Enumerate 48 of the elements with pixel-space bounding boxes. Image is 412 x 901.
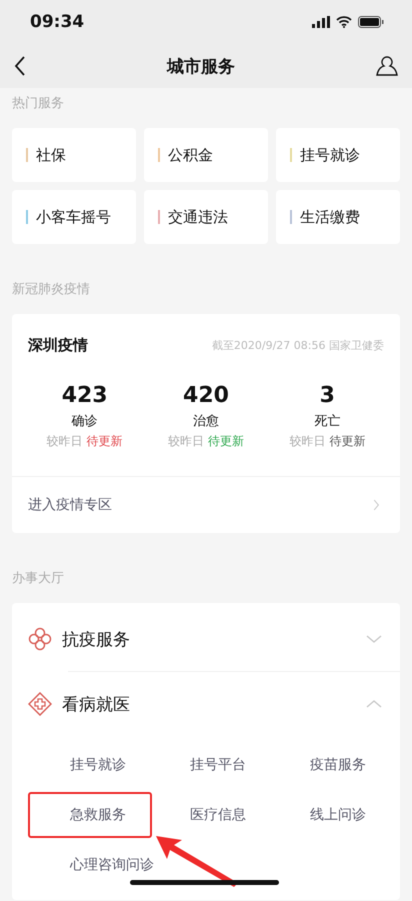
service-label: 生活缴费 xyxy=(300,208,360,226)
service-tile[interactable]: 公积金 xyxy=(144,128,268,182)
service-link[interactable]: 挂号平台 xyxy=(190,756,246,774)
compare-label: 较昨日 xyxy=(168,433,204,450)
stat-name: 死亡 xyxy=(314,413,340,431)
card-title: 深圳疫情 xyxy=(28,336,88,355)
service-link[interactable]: 急救服务 xyxy=(70,806,126,824)
medical-cross-icon xyxy=(28,692,52,716)
accordion-header[interactable]: 看病就医 xyxy=(12,672,400,736)
accordion-header[interactable]: 抗疫服务 xyxy=(12,607,400,671)
section-label: 热门服务 xyxy=(11,95,65,112)
service-label: 挂号就诊 xyxy=(300,146,360,164)
person-icon[interactable] xyxy=(376,55,398,77)
status-time: 09:34 xyxy=(30,12,84,32)
source-text: 截至2020/9/27 08:56 国家卫健委 xyxy=(212,338,384,353)
section-label: 办事大厅 xyxy=(11,570,65,587)
service-link[interactable]: 心理咨询问诊 xyxy=(70,856,154,874)
wifi-icon xyxy=(336,16,352,28)
page-title: 城市服务 xyxy=(167,56,235,78)
service-tile[interactable]: 生活缴费 xyxy=(276,190,400,244)
clover-icon xyxy=(28,627,52,651)
service-tile[interactable]: 社保 xyxy=(12,128,136,182)
service-tile[interactable]: 交通违法 xyxy=(144,190,268,244)
stat-value: 3 xyxy=(320,382,335,410)
service-label: 交通违法 xyxy=(168,208,228,226)
service-label: 公积金 xyxy=(168,146,213,164)
battery-icon xyxy=(358,16,384,28)
service-link[interactable]: 挂号就诊 xyxy=(70,756,126,774)
stat-name: 确诊 xyxy=(72,413,98,431)
service-tile[interactable]: 挂号就诊 xyxy=(276,128,400,182)
change-text: 待更新 xyxy=(86,433,123,450)
change-text: 待更新 xyxy=(208,433,244,450)
epidemic-link[interactable]: 进入疫情专区 xyxy=(12,476,400,533)
stat-value: 420 xyxy=(183,382,229,410)
compare-label: 较昨日 xyxy=(46,433,83,450)
section-label: 新冠肺炎疫情 xyxy=(11,281,91,298)
service-tile[interactable]: 小客车摇号 xyxy=(12,190,136,244)
service-link[interactable]: 线上问诊 xyxy=(310,806,366,824)
compare-label: 较昨日 xyxy=(289,433,326,450)
service-link[interactable]: 疫苗服务 xyxy=(310,756,366,774)
change-text: 待更新 xyxy=(329,433,366,450)
service-link[interactable]: 医疗信息 xyxy=(190,806,246,824)
signal-icon xyxy=(312,16,330,28)
service-label: 社保 xyxy=(36,146,66,164)
stat-value: 423 xyxy=(62,382,108,410)
service-label: 小客车摇号 xyxy=(36,208,111,226)
back-icon[interactable] xyxy=(14,56,26,76)
stat-name: 治愈 xyxy=(192,413,219,431)
